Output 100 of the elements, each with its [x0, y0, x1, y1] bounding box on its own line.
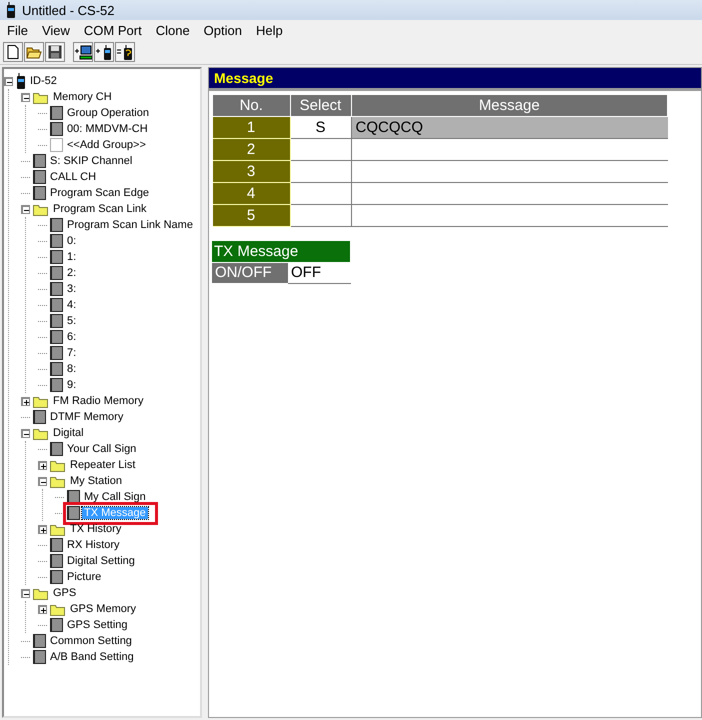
memory-chip-icon	[67, 506, 80, 520]
folder-icon	[50, 602, 66, 616]
memory-chip-icon	[50, 282, 63, 296]
tree-item[interactable]: Your Call Sign	[65, 443, 138, 455]
tree-item[interactable]: A/B Band Setting	[48, 651, 136, 663]
memory-chip-icon	[50, 570, 63, 584]
radio-icon	[16, 73, 26, 89]
panel-title: Message	[209, 68, 701, 91]
row-number: 2	[212, 138, 290, 160]
collapse-icon[interactable]	[21, 588, 30, 598]
collapse-icon[interactable]	[21, 428, 30, 438]
memory-chip-icon	[33, 410, 46, 424]
folder-icon	[33, 90, 49, 104]
memory-chip-icon	[50, 538, 63, 552]
folder-icon	[50, 522, 66, 536]
tree-item[interactable]: CALL CH	[48, 171, 98, 183]
tree-item[interactable]: Program Scan Link	[51, 203, 149, 215]
memory-chip-icon	[50, 218, 63, 232]
tree-item[interactable]: Digital	[51, 427, 86, 439]
folder-icon	[33, 202, 49, 216]
tree-item[interactable]: My Call Sign	[82, 491, 148, 503]
toolbar-button[interactable]	[115, 42, 135, 62]
memory-chip-icon	[50, 330, 63, 344]
menu-item[interactable]: Help	[248, 22, 290, 38]
tree-item[interactable]: 6:	[65, 331, 78, 343]
tree-item[interactable]: Picture	[65, 571, 104, 583]
tree-item[interactable]: 5:	[65, 315, 78, 327]
tree-item[interactable]: 2:	[65, 267, 78, 279]
tree-item[interactable]: Program Scan Edge	[48, 187, 152, 199]
tree-item[interactable]: Repeater List	[68, 459, 138, 471]
tree-item[interactable]: <<Add Group>>	[65, 139, 148, 151]
memory-chip-icon	[33, 634, 46, 648]
tree-item[interactable]: My Station	[68, 475, 124, 487]
toolbar-button[interactable]	[94, 42, 114, 62]
table-cell	[290, 138, 351, 160]
row-number: 5	[212, 204, 290, 226]
expand-icon[interactable]	[38, 460, 47, 470]
tree-item[interactable]: 1:	[65, 251, 78, 263]
folder-icon	[50, 474, 66, 488]
column-header: Select	[290, 94, 351, 116]
tree-item[interactable]: 00: MMDVM-CH	[65, 123, 150, 135]
column-header: Message	[351, 94, 668, 116]
table-cell: S	[290, 116, 351, 138]
tree-item[interactable]: ID-52	[28, 75, 59, 87]
tree-item[interactable]: 8:	[65, 363, 78, 375]
expand-icon[interactable]	[21, 396, 30, 406]
tree-item[interactable]: Common Setting	[48, 635, 134, 647]
menu-item[interactable]: View	[34, 22, 77, 38]
tree-item[interactable]: 0:	[65, 235, 78, 247]
tree-item[interactable]: Group Operation	[65, 107, 151, 119]
tree-item[interactable]: RX History	[65, 539, 122, 551]
memory-chip-icon	[50, 106, 63, 120]
memory-chip-icon	[50, 378, 63, 392]
memory-chip-icon	[50, 554, 63, 568]
tree-item[interactable]: 9:	[65, 379, 78, 391]
toolbar-button[interactable]	[45, 42, 65, 62]
tree-item[interactable]: GPS Memory	[68, 603, 138, 615]
open-folder-icon	[26, 46, 42, 58]
window-title: Untitled - CS-52	[22, 2, 114, 18]
row-number: 3	[212, 160, 290, 182]
collapse-icon[interactable]	[21, 92, 30, 102]
collapse-icon[interactable]	[21, 204, 30, 214]
toolbar-button[interactable]	[73, 42, 93, 62]
tree-item[interactable]: 3:	[65, 283, 78, 295]
memory-chip-icon	[50, 346, 63, 360]
menu-item[interactable]: Option	[196, 22, 249, 38]
memory-chip-icon	[50, 250, 63, 264]
blank-page-icon	[50, 138, 63, 152]
menu-item[interactable]: Clone	[148, 22, 197, 38]
memory-chip-icon	[50, 298, 63, 312]
folder-icon	[33, 426, 49, 440]
memory-chip-icon	[50, 266, 63, 280]
tree-item[interactable]: TX History	[68, 523, 124, 535]
menu-item[interactable]: File	[0, 22, 35, 38]
tree-item[interactable]: GPS Setting	[65, 619, 130, 631]
collapse-icon[interactable]	[4, 76, 13, 86]
tree-item[interactable]: Memory CH	[51, 91, 114, 103]
table-cell[interactable]: CQCQCQ	[351, 116, 668, 138]
table-cell	[290, 204, 351, 226]
toolbar-button[interactable]	[24, 42, 44, 62]
menu-item[interactable]: COM Port	[76, 22, 149, 38]
tree-item[interactable]: S: SKIP Channel	[48, 155, 134, 167]
tree-item[interactable]: FM Radio Memory	[51, 395, 146, 407]
value-field[interactable]: OFF	[288, 263, 351, 284]
memory-chip-icon	[33, 186, 46, 200]
expand-icon[interactable]	[38, 524, 47, 534]
tree-item[interactable]: 4:	[65, 299, 78, 311]
row-number: 1	[212, 116, 290, 138]
tree-item[interactable]: GPS	[51, 587, 78, 599]
tree-item[interactable]: Program Scan Link Name	[65, 219, 195, 231]
tree-item[interactable]: 7:	[65, 347, 78, 359]
memory-chip-icon	[33, 170, 46, 184]
collapse-icon[interactable]	[38, 476, 47, 486]
expand-icon[interactable]	[38, 604, 47, 614]
tree-item[interactable]: Digital Setting	[65, 555, 137, 567]
memory-chip-icon	[50, 362, 63, 376]
toolbar-button[interactable]	[3, 42, 23, 62]
folder-icon	[50, 458, 66, 472]
tree-item[interactable]: DTMF Memory	[48, 411, 126, 423]
memory-chip-icon	[50, 314, 63, 328]
